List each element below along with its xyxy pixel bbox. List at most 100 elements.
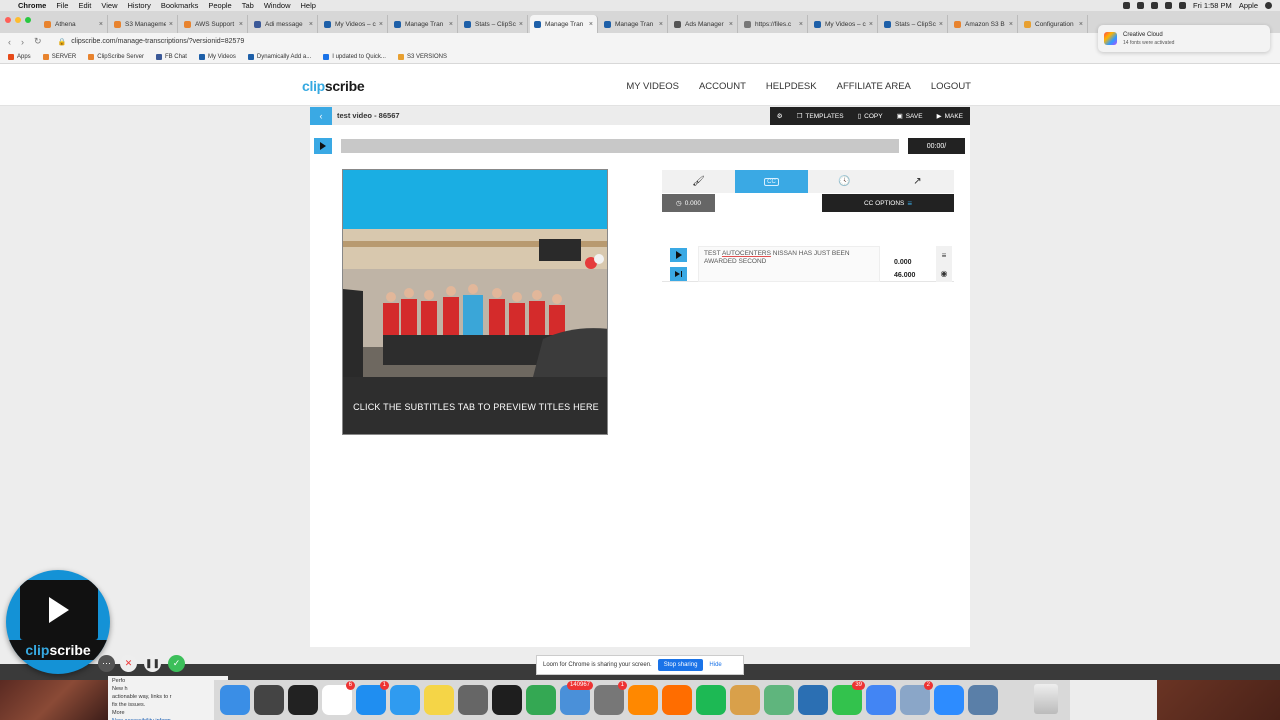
app-store-icon[interactable]: 1 [356,681,389,715]
obs-icon[interactable] [288,685,318,715]
back-icon[interactable]: ‹ [8,37,11,47]
loom-camera-bubble[interactable]: clipscribe [6,570,110,674]
nav-account[interactable]: ACCOUNT [699,81,746,92]
notes-icon[interactable] [424,685,454,715]
stop-sharing-button[interactable]: Stop sharing [657,659,704,671]
reload-icon[interactable]: ↻ [34,36,42,47]
bookmark-item[interactable]: Dynamically Add a... [247,53,311,60]
bookmark-item[interactable]: FB Chat [155,53,187,60]
progress-track[interactable] [341,139,899,153]
close-tab-icon[interactable]: × [589,21,593,28]
url-text[interactable]: clipscribe.com/manage-transcriptions/?ve… [71,38,244,45]
browser-tab[interactable]: Manage Tran × [530,15,598,33]
close-tab-icon[interactable]: × [1079,21,1083,28]
preview-icon[interactable]: 2 [900,681,933,715]
mail-icon[interactable]: 140967 [560,681,593,715]
close-tab-icon[interactable]: × [449,21,453,28]
user-menu[interactable]: Apple [1239,1,1258,10]
close-tab-icon[interactable]: × [939,21,943,28]
close-tab-icon[interactable]: × [869,21,873,28]
tab-share[interactable]: ↗ [881,170,954,193]
zoom-window-button[interactable] [25,17,31,23]
atom-icon[interactable] [764,685,794,715]
forward-icon[interactable]: › [21,37,24,47]
facetime-icon[interactable]: 39 [832,681,865,715]
clock[interactable]: Fri 1:58 PM [1193,1,1232,10]
close-tab-icon[interactable]: × [379,21,383,28]
chrome-icon[interactable] [526,685,556,715]
keka-icon[interactable] [730,685,760,715]
menu-file[interactable]: File [56,1,68,10]
background-window[interactable]: Perfo New h actionable way, links to r fix … [108,676,228,720]
menu-edit[interactable]: Edit [78,1,91,10]
calculator-icon[interactable] [458,685,488,715]
clipscribe-logo[interactable]: clipscribe [302,78,365,94]
nav-logout[interactable]: LOGOUT [931,81,971,92]
browser-tab[interactable]: Adi message × [250,15,318,33]
search-icon[interactable] [1265,2,1272,9]
browser-tab[interactable]: Amazon S3 B × [950,15,1018,33]
make-button[interactable]: ▶ MAKE [930,107,970,125]
back-button[interactable]: ‹ [310,107,332,125]
firefox-icon[interactable] [662,685,692,715]
wifi-icon[interactable] [1165,2,1173,9]
omnibox[interactable]: 🔒 clipscribe.com/manage-transcriptions/?… [52,35,1092,48]
close-tab-icon[interactable]: × [659,21,663,28]
calendar-icon[interactable]: 6 [322,681,355,715]
menu-bookmarks[interactable]: Bookmarks [161,1,199,10]
cc-options-button[interactable]: CC OPTIONS ≡ [822,194,954,212]
browser-tab[interactable]: Manage Tran × [600,15,668,33]
vlc-icon[interactable] [628,685,658,715]
play-button[interactable] [314,138,332,154]
close-tab-icon[interactable]: × [239,21,243,28]
bookmark-item[interactable]: ClipScribe Server [88,53,144,60]
spotify-icon[interactable] [696,685,726,715]
tab-timing[interactable]: 🕓 [808,170,881,193]
finish-recording-icon[interactable]: ✓ [168,655,185,672]
subtitle-start-time[interactable]: 0.000 [894,259,912,266]
mission-control-icon[interactable] [254,685,284,715]
menu-view[interactable]: View [101,1,117,10]
close-tab-icon[interactable]: × [1009,21,1013,28]
more-icon[interactable]: ⋯ [98,655,115,672]
bookmark-item[interactable]: My Videos [198,53,236,60]
quicktime-icon[interactable] [798,685,828,715]
finder-icon[interactable] [220,685,250,715]
browser-tab[interactable]: Stats – ClipSc × [880,15,948,33]
menu-help[interactable]: Help [301,1,316,10]
terminal-icon[interactable] [492,685,522,715]
browser-tab[interactable]: Stats – ClipSc × [460,15,528,33]
browser-tab[interactable]: My Videos – c × [320,15,388,33]
browser-tab[interactable]: Configuration × [1020,15,1088,33]
zoom-icon[interactable] [934,685,964,715]
close-tab-icon[interactable]: × [729,21,733,28]
bookmark-item[interactable]: I updated to Quick... [323,53,386,60]
close-tab-icon[interactable]: × [799,21,803,28]
nav-affiliate-area[interactable]: AFFILIATE AREA [837,81,911,92]
browser-tab[interactable]: Athena × [40,15,108,33]
menu-chrome[interactable]: Chrome [18,1,46,10]
close-tab-icon[interactable]: × [99,21,103,28]
eye-icon[interactable]: ◉ [941,269,948,278]
status-icon[interactable] [1137,2,1145,9]
close-tab-icon[interactable]: × [309,21,313,28]
close-tab-icon[interactable]: × [519,21,523,28]
browser-tab[interactable]: https://files.c × [740,15,808,33]
menu-icon[interactable]: ≡ [942,251,947,260]
hide-banner-link[interactable]: Hide [709,662,721,668]
volume-icon[interactable] [1179,2,1187,9]
minimize-window-button[interactable] [15,17,21,23]
skip-segment-button[interactable] [670,267,687,281]
lock-icon[interactable]: 🔒 [58,38,67,46]
play-segment-button[interactable] [670,248,687,262]
bookmark-item[interactable]: Apps [8,53,31,60]
browser-tab[interactable]: My Videos – c × [810,15,878,33]
menu-history[interactable]: History [128,1,151,10]
status-icon[interactable] [1123,2,1131,9]
browser-tab[interactable]: Manage Tran × [390,15,458,33]
subtitle-text-input[interactable]: TEST AUTOCENTERS NISSAN HAS JUST BEEN AW… [698,246,880,282]
video-preview[interactable]: CLICK THE SUBTITLES TAB TO PREVIEW TITLE… [342,169,608,435]
copy-button[interactable]: ▯ COPY [851,107,890,125]
settings-button[interactable]: ⚙ [770,107,790,125]
status-icon[interactable] [1151,2,1159,9]
